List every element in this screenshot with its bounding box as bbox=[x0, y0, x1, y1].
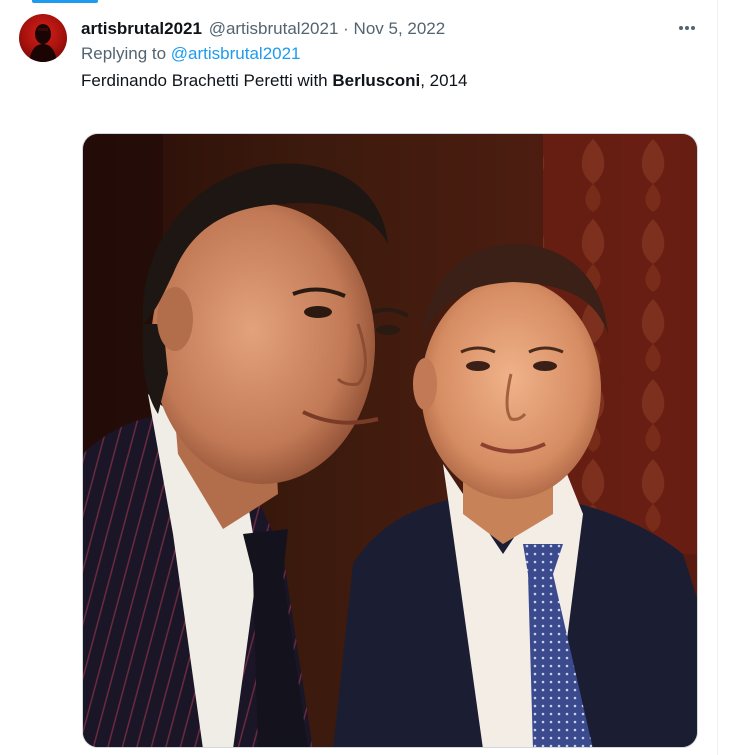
tweet-text-bold: Berlusconi bbox=[332, 71, 421, 90]
tweet-photo[interactable] bbox=[82, 133, 698, 748]
timeline-divider bbox=[717, 0, 718, 755]
tab-indicator bbox=[32, 0, 98, 3]
tweet-date[interactable]: Nov 5, 2022 bbox=[354, 19, 446, 38]
tweet-page: artisbrutal2021 @artisbrutal2021 · Nov 5… bbox=[0, 0, 729, 755]
reply-mention-link[interactable]: @artisbrutal2021 bbox=[171, 44, 301, 63]
avatar[interactable] bbox=[19, 14, 67, 62]
tweet-text-before: Ferdinando Brachetti Peretti with bbox=[81, 71, 333, 90]
tweet-text-after: , 2014 bbox=[420, 71, 468, 90]
user-handle[interactable]: @artisbrutal2021 bbox=[209, 19, 339, 38]
display-name[interactable]: artisbrutal2021 bbox=[81, 19, 202, 38]
tweet-header: artisbrutal2021 @artisbrutal2021 · Nov 5… bbox=[81, 18, 445, 40]
replying-to-label: Replying to bbox=[81, 44, 167, 63]
tweet-text: Ferdinando Brachetti Peretti with Berlus… bbox=[81, 70, 467, 92]
separator-dot: · bbox=[343, 19, 349, 38]
more-horizontal-icon[interactable] bbox=[675, 18, 699, 38]
replying-to-line: Replying to @artisbrutal2021 bbox=[81, 43, 301, 65]
